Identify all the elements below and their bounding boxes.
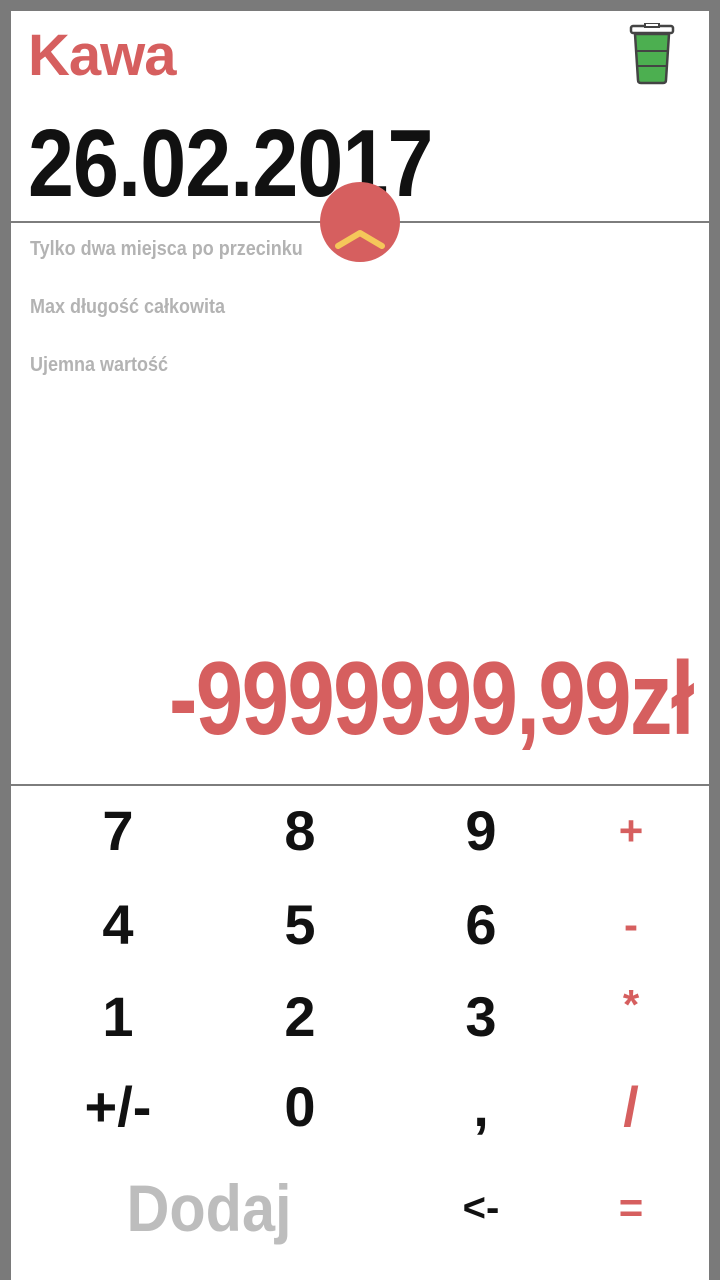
add-button[interactable]: Dodaj	[101, 1173, 317, 1243]
key-comma[interactable]: ,	[421, 1072, 541, 1142]
option-negative-value[interactable]: Ujemna wartość	[30, 351, 303, 409]
backspace-button[interactable]: <-	[421, 1173, 541, 1243]
key-4[interactable]: 4	[58, 890, 178, 960]
key-plus[interactable]: +	[571, 796, 691, 866]
key-9[interactable]: 9	[421, 796, 541, 866]
option-two-decimals[interactable]: Tylko dwa miejsca po przecinku	[30, 235, 303, 293]
chevron-up-icon	[335, 230, 385, 249]
key-minus[interactable]: -	[571, 890, 691, 960]
trash-icon[interactable]	[629, 22, 679, 85]
key-6[interactable]: 6	[421, 890, 541, 960]
category-title[interactable]: Kawa	[28, 21, 177, 91]
key-0[interactable]: 0	[240, 1072, 360, 1142]
key-divide[interactable]: /	[571, 1072, 691, 1142]
key-sign-toggle[interactable]: +/-	[58, 1072, 178, 1142]
key-1[interactable]: 1	[58, 982, 178, 1052]
key-2[interactable]: 2	[240, 982, 360, 1052]
options-list: Tylko dwa miejsca po przecinku Max długo…	[30, 235, 333, 409]
key-3[interactable]: 3	[421, 982, 541, 1052]
key-7[interactable]: 7	[58, 796, 178, 866]
key-multiply[interactable]: *	[571, 970, 691, 1040]
option-max-length[interactable]: Max długość całkowita	[30, 293, 303, 351]
app-screen: Kawa 26.02.2017 Tylko dwa miejsca po prz…	[11, 11, 709, 1280]
key-8[interactable]: 8	[240, 796, 360, 866]
key-5[interactable]: 5	[240, 890, 360, 960]
collapse-toggle-button[interactable]	[320, 182, 400, 262]
keypad-divider	[11, 784, 709, 786]
amount-display: -9999999,99zł	[169, 641, 695, 757]
key-equals[interactable]: =	[571, 1173, 691, 1243]
